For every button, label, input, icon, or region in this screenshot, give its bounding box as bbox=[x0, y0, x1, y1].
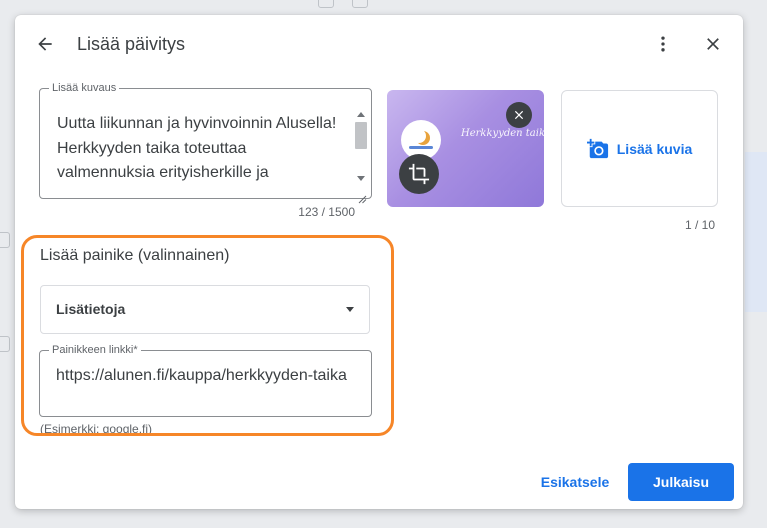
description-label: Lisää kuvaus bbox=[52, 82, 117, 94]
more-vert-icon bbox=[661, 36, 665, 52]
button-link-input[interactable] bbox=[56, 367, 356, 385]
add-update-dialog: Lisää päivitys Lisää kuvaus Uutta liikun… bbox=[15, 15, 743, 509]
resize-handle-icon[interactable] bbox=[358, 195, 367, 204]
description-counter: 123 / 1500 bbox=[298, 205, 355, 219]
background-icon bbox=[352, 0, 368, 8]
background-icon bbox=[318, 0, 334, 8]
dialog-header: Lisää päivitys bbox=[15, 15, 743, 73]
more-options-button[interactable] bbox=[651, 32, 675, 56]
dropdown-arrow-icon bbox=[346, 307, 354, 312]
background-icon bbox=[0, 336, 10, 352]
button-type-selected: Lisätietoja bbox=[56, 301, 126, 317]
crop-image-button[interactable] bbox=[399, 154, 439, 194]
background-panel bbox=[745, 152, 767, 312]
add-photo-icon bbox=[586, 138, 608, 158]
scroll-up-arrow-icon[interactable] bbox=[357, 112, 365, 117]
scroll-down-arrow-icon[interactable] bbox=[357, 176, 365, 181]
description-field[interactable]: Lisää kuvaus Uutta liikunnan ja hyvinvoi… bbox=[39, 82, 372, 204]
thumbnail-brand-text: Herkkyyden taika bbox=[461, 128, 544, 139]
moon-icon bbox=[412, 129, 426, 143]
description-text[interactable]: Uutta liikunnan ja hyvinvoinnin Alusella… bbox=[57, 112, 347, 186]
button-link-hint: (Esimerkki: google.fi) bbox=[40, 422, 153, 436]
add-photos-button[interactable]: Lisää kuvia bbox=[561, 90, 718, 207]
remove-image-button[interactable] bbox=[506, 102, 532, 128]
uploaded-image-thumbnail[interactable]: Herkkyyden taika bbox=[387, 90, 544, 207]
close-icon bbox=[514, 110, 524, 120]
arrow-back-icon bbox=[38, 37, 52, 51]
background-icon bbox=[0, 232, 10, 248]
button-type-select[interactable]: Lisätietoja bbox=[40, 285, 370, 334]
dialog-title: Lisää päivitys bbox=[77, 34, 186, 54]
close-icon bbox=[707, 38, 719, 50]
add-photos-label: Lisää kuvia bbox=[616, 140, 693, 157]
button-link-label: Painikkeen linkki* bbox=[52, 344, 138, 356]
crop-icon bbox=[408, 163, 430, 185]
description-scrollbar[interactable] bbox=[354, 110, 368, 190]
cta-heading: Lisää painike (valinnainen) bbox=[40, 247, 230, 264]
preview-button[interactable]: Esikatsele bbox=[529, 467, 621, 497]
photo-counter: 1 / 10 bbox=[684, 218, 715, 232]
scroll-thumb[interactable] bbox=[355, 122, 367, 149]
button-link-field[interactable]: Painikkeen linkki* bbox=[39, 345, 372, 417]
publish-button[interactable]: Julkaisu bbox=[628, 463, 734, 501]
call-to-action-section: Lisää painike (valinnainen) Lisätietoja … bbox=[15, 239, 415, 439]
back-button[interactable] bbox=[33, 32, 57, 56]
logo-underline bbox=[409, 146, 433, 149]
close-button[interactable] bbox=[701, 32, 725, 56]
